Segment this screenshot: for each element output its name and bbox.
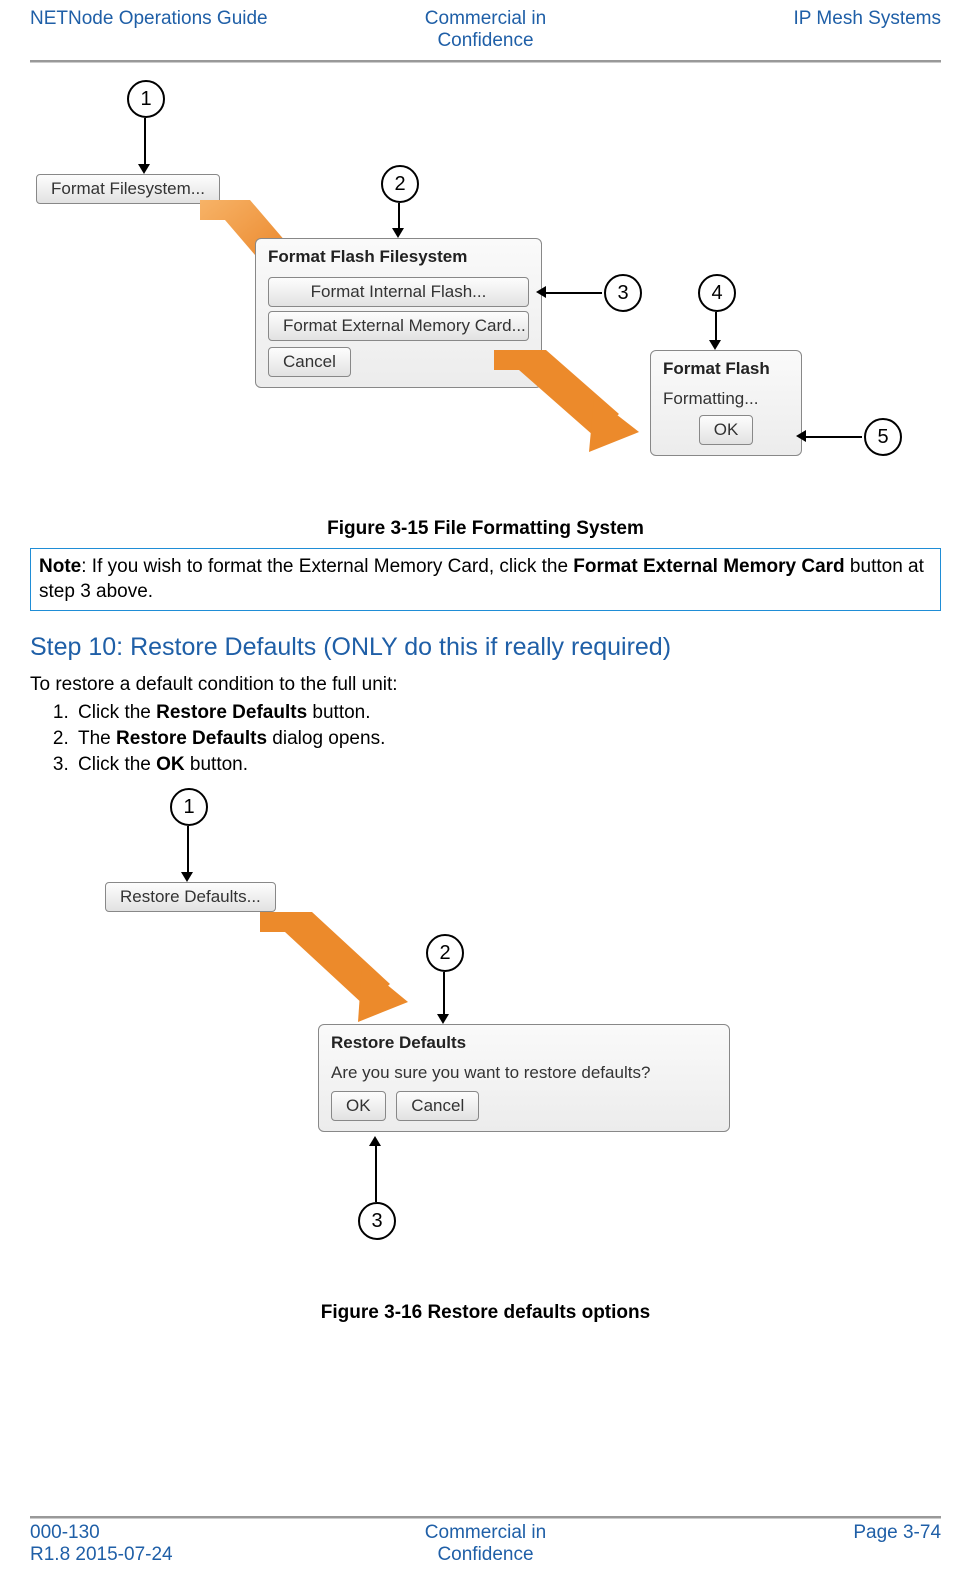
arrowhead-icon bbox=[369, 1136, 381, 1146]
format-flash-dialog: Format Flash Formatting... OK bbox=[650, 350, 802, 456]
callout-2: 2 bbox=[381, 165, 419, 203]
arrow-icon bbox=[250, 904, 410, 1024]
callout-line bbox=[375, 1142, 377, 1202]
dialog-title: Format Flash bbox=[651, 351, 801, 383]
ok-button[interactable]: OK bbox=[331, 1091, 386, 1121]
arrow-icon bbox=[484, 342, 644, 452]
callout-line bbox=[715, 312, 717, 342]
restore-defaults-dialog: Restore Defaults Are you sure you want t… bbox=[318, 1024, 730, 1132]
note-box: Note: If you wish to format the External… bbox=[30, 548, 941, 611]
format-internal-flash-button[interactable]: Format Internal Flash... bbox=[268, 277, 529, 307]
callout-line bbox=[542, 292, 602, 294]
header-center: Commercial in Confidence bbox=[334, 8, 638, 52]
arrowhead-icon bbox=[796, 430, 806, 442]
ok-button[interactable]: OK bbox=[699, 415, 754, 445]
callout-line bbox=[144, 118, 146, 166]
step-heading: Step 10: Restore Defaults (ONLY do this … bbox=[30, 633, 941, 662]
arrowhead-icon bbox=[181, 872, 193, 882]
figure-caption: Figure 3-16 Restore defaults options bbox=[30, 1302, 941, 1324]
dialog-title: Restore Defaults bbox=[319, 1025, 729, 1057]
arrowhead-icon bbox=[709, 340, 721, 350]
header-right: IP Mesh Systems bbox=[637, 8, 941, 52]
callout-line bbox=[802, 436, 862, 438]
figure-3-16: 1 Restore Defaults... 2 Restore Defaults… bbox=[30, 784, 941, 1294]
callout-2: 2 bbox=[426, 934, 464, 972]
page-header: NETNode Operations Guide Commercial in C… bbox=[30, 0, 941, 58]
list-item: Click the OK button. bbox=[74, 754, 941, 776]
callout-4: 4 bbox=[698, 274, 736, 312]
arrowhead-icon bbox=[536, 286, 546, 298]
cancel-button[interactable]: Cancel bbox=[268, 347, 351, 377]
page-footer: 000-130 R1.8 2015-07-24 Commercial in Co… bbox=[30, 1516, 941, 1566]
header-left: NETNode Operations Guide bbox=[30, 8, 334, 52]
dialog-message: Are you sure you want to restore default… bbox=[331, 1063, 717, 1083]
figure-3-15: 1 Format Filesystem... 2 Format Flash Fi… bbox=[30, 70, 941, 510]
callout-line bbox=[187, 826, 189, 874]
steps-list: Click the Restore Defaults button. The R… bbox=[30, 702, 941, 776]
arrowhead-icon bbox=[392, 228, 404, 238]
list-item: Click the Restore Defaults button. bbox=[74, 702, 941, 724]
dialog-title: Format Flash Filesystem bbox=[256, 239, 541, 271]
dialog-message: Formatting... bbox=[663, 389, 789, 409]
callout-3: 3 bbox=[604, 274, 642, 312]
figure-caption: Figure 3-15 File Formatting System bbox=[30, 518, 941, 540]
arrowhead-icon bbox=[437, 1014, 449, 1024]
arrowhead-icon bbox=[138, 164, 150, 174]
callout-1: 1 bbox=[170, 788, 208, 826]
callout-line bbox=[398, 203, 400, 230]
callout-5: 5 bbox=[864, 418, 902, 456]
callout-1: 1 bbox=[127, 80, 165, 118]
list-item: The Restore Defaults dialog opens. bbox=[74, 728, 941, 750]
format-external-memory-card-button[interactable]: Format External Memory Card... bbox=[268, 311, 529, 341]
callout-3: 3 bbox=[358, 1202, 396, 1240]
header-rule bbox=[30, 60, 941, 62]
callout-line bbox=[443, 972, 445, 1016]
cancel-button[interactable]: Cancel bbox=[396, 1091, 479, 1121]
intro-text: To restore a default condition to the fu… bbox=[30, 674, 941, 696]
